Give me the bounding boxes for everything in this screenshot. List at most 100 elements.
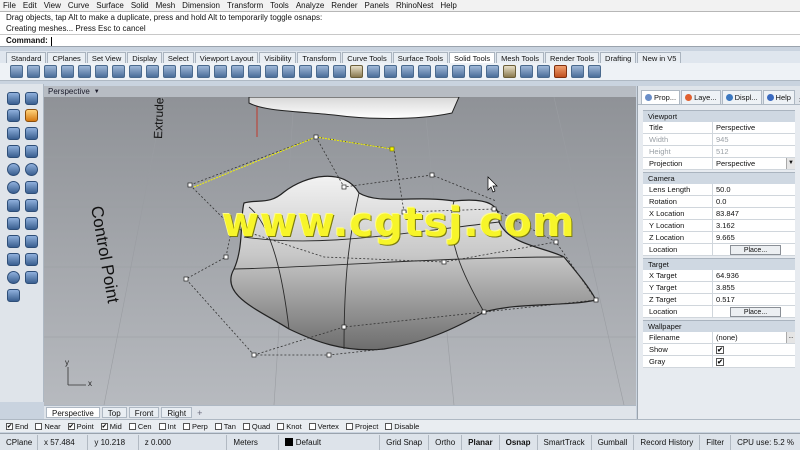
rotation-field[interactable]: 0.0 (713, 196, 795, 207)
curve-icon[interactable] (25, 109, 38, 122)
osnap-checkbox[interactable] (385, 422, 393, 430)
extract-surface-icon[interactable] (350, 65, 363, 78)
boolean-split-icon[interactable] (180, 65, 193, 78)
tab-properties[interactable]: Prop... (641, 90, 681, 104)
menu-dimension[interactable]: Dimension (182, 1, 220, 10)
menu-analyze[interactable]: Analyze (296, 1, 324, 10)
pipe-icon[interactable] (95, 65, 108, 78)
hole-icon[interactable] (384, 65, 397, 78)
tab-display[interactable]: Display (127, 52, 162, 63)
place-hole-icon[interactable] (469, 65, 482, 78)
camera-place-button[interactable]: Place... (730, 245, 781, 255)
rotate-hole-icon[interactable] (435, 65, 448, 78)
tab-layers[interactable]: Laye... (681, 90, 721, 104)
menu-rhinonest[interactable]: RhinoNest (396, 1, 433, 10)
target-place-button[interactable]: Place... (730, 307, 781, 317)
grid-icon[interactable] (588, 65, 601, 78)
box-icon[interactable] (10, 65, 23, 78)
y-location-field[interactable]: 3.162 (713, 220, 795, 231)
status-layer[interactable]: Default (279, 434, 381, 450)
sphere-icon[interactable] (27, 65, 40, 78)
section-target[interactable]: Target (643, 258, 795, 270)
z-location-field[interactable]: 9.665 (713, 232, 795, 243)
split-face-icon[interactable] (299, 65, 312, 78)
osnap-knot[interactable]: Knot (277, 422, 302, 431)
solid-points-icon[interactable] (554, 65, 567, 78)
tab-surface-tools[interactable]: Surface Tools (392, 52, 449, 63)
osnap-checkbox[interactable] (182, 422, 190, 430)
osnap-perp[interactable]: Perp (182, 422, 208, 431)
boolean-intersection-icon[interactable] (163, 65, 176, 78)
cylinder-icon[interactable] (44, 65, 57, 78)
circle-icon[interactable] (7, 163, 20, 176)
record-history-toggle[interactable]: Record History (634, 434, 701, 450)
tab-solid-tools[interactable]: Solid Tools (449, 52, 496, 63)
viewport-tab-top[interactable]: Top (101, 407, 127, 418)
cylinder-solid-icon[interactable] (25, 181, 38, 194)
command-line[interactable]: Command: (0, 34, 800, 47)
ortho-toggle[interactable]: Ortho (429, 434, 463, 450)
array-hole-icon[interactable] (452, 65, 465, 78)
cone-icon[interactable] (61, 65, 74, 78)
sweep-icon[interactable] (25, 253, 38, 266)
grid-snap-toggle[interactable]: Grid Snap (380, 434, 430, 450)
gumball-toggle[interactable]: Gumball (592, 434, 635, 450)
selected-control-point[interactable] (389, 146, 395, 152)
tab-new-in-v5[interactable]: New in V5 (637, 52, 682, 63)
y-target-field[interactable]: 3.855 (713, 282, 795, 293)
osnap-checkbox[interactable] (128, 422, 136, 430)
move-face-icon[interactable] (265, 65, 278, 78)
osnap-project[interactable]: Project (345, 422, 378, 431)
extrude-icon[interactable] (112, 65, 125, 78)
array-icon[interactable] (25, 217, 38, 230)
tab-display-panel[interactable]: Displ... (721, 90, 762, 104)
menu-render[interactable]: Render (331, 1, 357, 10)
mesh-icon[interactable] (520, 65, 533, 78)
x-location-field[interactable]: 83.847 (713, 208, 795, 219)
browse-file-button[interactable]: ... (786, 332, 795, 343)
solid-edit-icon[interactable] (25, 127, 38, 140)
menu-transform[interactable]: Transform (227, 1, 263, 10)
rectangle-icon[interactable] (7, 145, 20, 158)
planar-toggle[interactable]: Planar (462, 434, 500, 450)
viewport-tab-perspective[interactable]: Perspective (46, 407, 100, 418)
point-icon[interactable] (25, 92, 38, 105)
projection-select[interactable]: Perspective ▼ (713, 158, 795, 169)
menu-view[interactable]: View (44, 1, 61, 10)
revolve-icon[interactable] (7, 253, 20, 266)
chevron-down-icon[interactable]: ▼ (786, 158, 795, 169)
tab-drafting[interactable]: Drafting (600, 52, 637, 63)
gray-checkbox[interactable]: ✔ (716, 358, 724, 366)
analyze-icon[interactable] (7, 271, 20, 284)
round-hole-icon[interactable] (401, 65, 414, 78)
ellipse-icon[interactable] (7, 181, 20, 194)
extrude-face-icon[interactable] (367, 65, 380, 78)
osnap-checkbox[interactable]: ✔ (6, 422, 13, 430)
text-object-icon[interactable] (486, 65, 499, 78)
osnap-checkbox[interactable] (158, 422, 166, 430)
osnap-disable[interactable]: Disable (385, 422, 419, 431)
checker-icon[interactable] (571, 65, 584, 78)
viewport-tab-front[interactable]: Front (128, 407, 160, 418)
menu-panels[interactable]: Panels (365, 1, 389, 10)
section-viewport[interactable]: Viewport (643, 110, 795, 122)
polyline-icon[interactable] (7, 109, 20, 122)
torus-icon[interactable] (78, 65, 91, 78)
osnap-cen[interactable]: Cen (128, 422, 152, 431)
select-arrow-icon[interactable] (7, 92, 20, 105)
osnap-toggle[interactable]: Osnap (500, 434, 538, 450)
menu-surface[interactable]: Surface (96, 1, 124, 10)
box-solid-icon[interactable] (7, 127, 20, 140)
osnap-mid[interactable]: ✔ Mid (100, 422, 122, 431)
surface-edit-icon[interactable] (25, 145, 38, 158)
menu-tools[interactable]: Tools (270, 1, 289, 10)
loft-icon[interactable] (25, 235, 38, 248)
menu-mesh[interactable]: Mesh (156, 1, 176, 10)
viewport-title-bar[interactable]: Perspective ▼ (44, 86, 636, 97)
add-viewport-icon[interactable]: + (197, 408, 202, 418)
tab-visibility[interactable]: Visibility (259, 52, 297, 63)
fold-face-icon[interactable] (316, 65, 329, 78)
cap-icon[interactable] (197, 65, 210, 78)
section-wallpaper[interactable]: Wallpaper (643, 320, 795, 332)
osnap-quad[interactable]: Quad (242, 422, 270, 431)
